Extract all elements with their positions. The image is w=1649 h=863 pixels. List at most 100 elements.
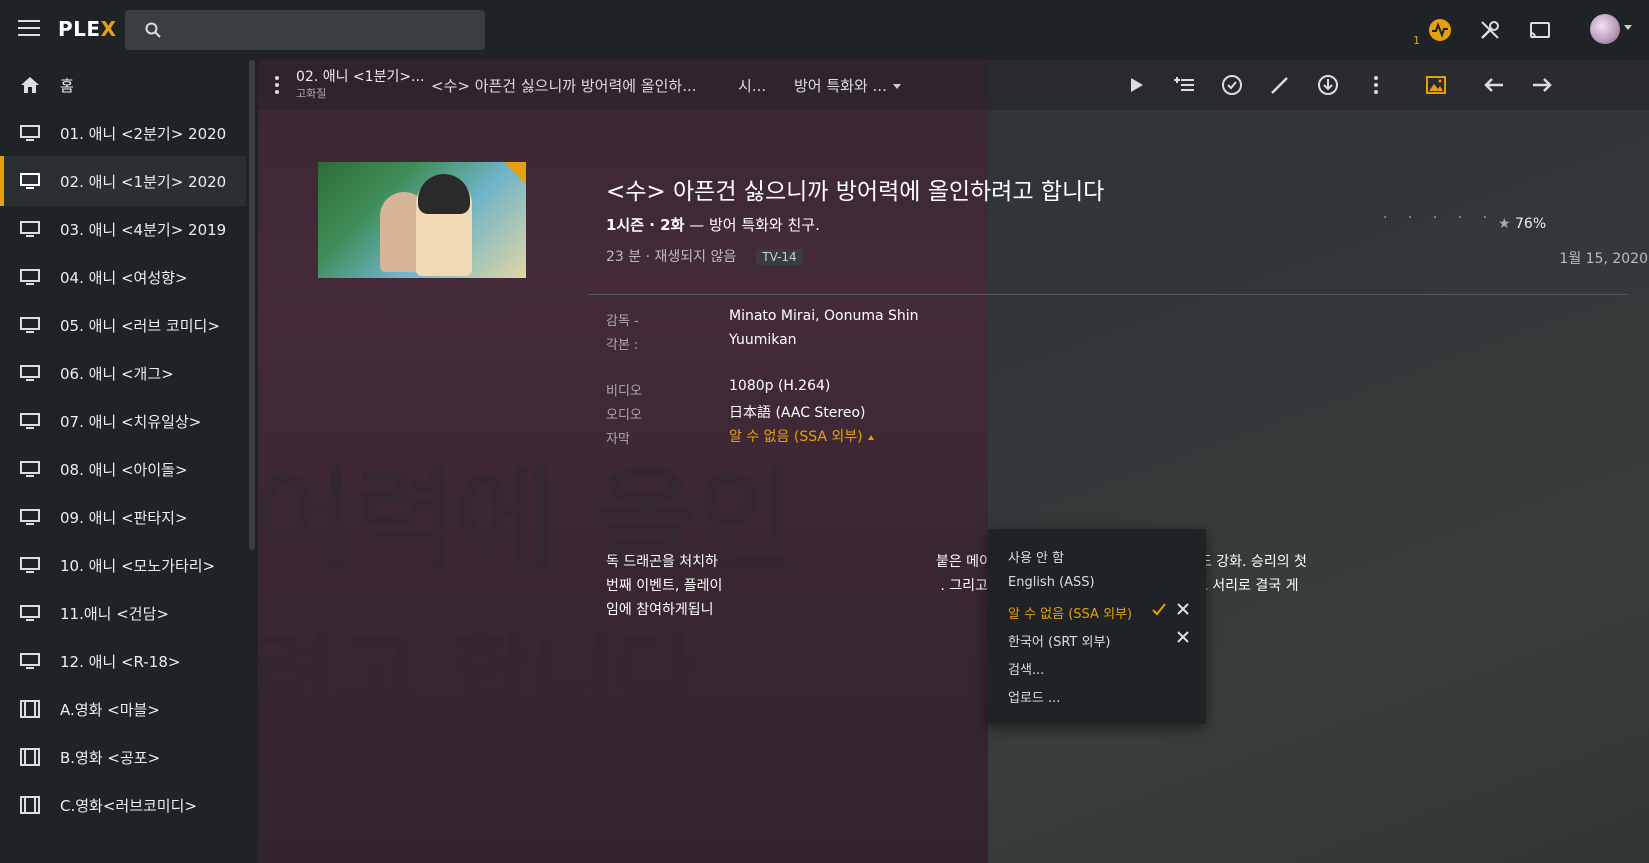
breadcrumb-season[interactable]: 시... <box>738 75 766 96</box>
background-art-icon[interactable] <box>1424 73 1448 97</box>
subtitle-option-search[interactable]: 검색... <box>988 653 1206 681</box>
logo-text: PLE <box>58 17 101 41</box>
video-label: 비디오 <box>606 384 642 399</box>
sidebar-item-label: 홈 <box>60 76 74 95</box>
user-avatar[interactable] <box>1590 14 1620 44</box>
search-input[interactable] <box>125 10 485 50</box>
sidebar-item-library-a[interactable]: A.영화 <마블> <box>0 684 246 734</box>
sidebar-item-library-03[interactable]: 03. 애니 <4분기> 2019 <box>0 204 246 254</box>
sidebar-item-library-09[interactable]: 09. 애니 <판타지> <box>0 492 246 542</box>
subtitle-option-none[interactable]: 사용 안 함 <box>988 541 1206 569</box>
sidebar-item-label: 03. 애니 <4분기> 2019 <box>60 220 227 239</box>
audio-label: 오디오 <box>606 408 642 423</box>
sidebar-item-label: 04. 애니 <여성향> <box>60 268 188 287</box>
download-icon[interactable] <box>1316 73 1340 97</box>
video-value[interactable]: 1080p (H.264) <box>729 378 830 394</box>
sidebar-item-home[interactable]: 홈 <box>0 60 246 110</box>
remove-subtitle-close-icon[interactable] <box>1177 603 1189 615</box>
director-value[interactable]: Minato Mirai, Oonuma Shin <box>729 308 919 324</box>
chevron-down-icon <box>892 84 901 89</box>
sidebar-item-library-05[interactable]: 05. 애니 <러브 코미디> <box>0 300 246 350</box>
subtitle-option-unknown-ssa[interactable]: 알 수 없음 (SSA 외부) <box>988 597 1206 625</box>
remove-subtitle-close-icon[interactable] <box>1177 631 1189 643</box>
tv-icon <box>20 365 40 381</box>
sidebar-item-library-04[interactable]: 04. 애니 <여성향> <box>0 252 246 302</box>
summary-line: 번째 이벤트, 플레이. 그리고 단풍 나무를 초대 한 장본인의 리사도 서리… <box>606 574 1366 598</box>
sidebar-item-label: A.영화 <마블> <box>60 700 160 719</box>
option-label: 알 수 없음 (SSA 외부) <box>1008 607 1133 622</box>
play-icon[interactable] <box>1124 73 1148 97</box>
option-label: English (ASS) <box>1008 575 1095 590</box>
chevron-down-icon[interactable] <box>1624 25 1632 30</box>
subtitle-select[interactable]: 알 수 없음 (SSA 외부) <box>729 426 874 446</box>
more-vertical-icon[interactable] <box>1364 73 1388 97</box>
episode-detail-panel: 어력에 올인 려고 합니다 02. 애니 <1분기>... 고화질 <수> 아픈… <box>258 60 1649 863</box>
sidebar-item-label: B.영화 <공포> <box>60 748 161 767</box>
subtitle-select-value: 알 수 없음 (SSA 외부) <box>729 429 863 445</box>
edit-icon[interactable] <box>1268 73 1292 97</box>
sidebar-item-label: 09. 애니 <판타지> <box>60 508 188 527</box>
subtitle-option-english-ass[interactable]: English (ASS) <box>988 569 1206 597</box>
subtitle-option-upload[interactable]: 업로드 ... <box>988 681 1206 709</box>
option-label: 한국어 (SRT 외부) <box>1008 635 1111 650</box>
subtitle-dropdown-menu: 사용 안 함 English (ASS) 알 수 없음 (SSA 외부) 한국어… <box>988 529 1206 724</box>
episode-summary: 독 드래곤을 처치하붙은 메이플. 방어력이 더욱 높아져 있던 스킬도 강화.… <box>606 550 1366 622</box>
breadcrumb-library[interactable]: 02. 애니 <1분기>... <box>296 66 424 86</box>
divider <box>588 294 1628 295</box>
tv-icon <box>20 557 40 573</box>
settings-tools-icon[interactable] <box>1478 18 1502 42</box>
activity-count: 1 <box>1413 34 1420 47</box>
activity-icon[interactable] <box>1428 18 1452 42</box>
sidebar-item-library-01[interactable]: 01. 애니 <2분기> 2020 <box>0 108 246 158</box>
sidebar-item-label: 01. 애니 <2분기> 2020 <box>60 124 227 143</box>
star-icon: ★ <box>1498 216 1511 232</box>
breadcrumb-show[interactable]: <수> 아픈건 싫으니까 방어력에 올인하... <box>431 75 697 96</box>
top-bar: PLEX 1 <box>0 0 1649 60</box>
content-rating-badge: TV-14 <box>756 249 803 265</box>
arrow-right-icon[interactable] <box>1530 73 1554 97</box>
tv-icon <box>20 173 40 189</box>
audio-value[interactable]: 日本語 (AAC Stereo) <box>729 402 866 422</box>
unwatched-corner-badge <box>504 162 526 184</box>
tv-icon <box>20 413 40 429</box>
sidebar-item-library-02[interactable]: 02. 애니 <1분기> 2020 <box>0 156 246 206</box>
sidebar-item-library-b[interactable]: B.영화 <공포> <box>0 732 246 782</box>
sidebar-scrollbar[interactable] <box>249 60 255 550</box>
sidebar-item-library-10[interactable]: 10. 애니 <모노가타리> <box>0 540 246 590</box>
sidebar-item-library-06[interactable]: 06. 애니 <개그> <box>0 348 246 398</box>
duration: 23 분 <box>606 249 642 265</box>
thumbnail-figure <box>418 174 470 214</box>
add-to-queue-icon[interactable] <box>1172 73 1196 97</box>
sidebar-item-label: 10. 애니 <모노가타리> <box>60 556 216 575</box>
breadcrumb-library-subtitle: 고화질 <box>296 87 327 100</box>
director-label: 감독 - <box>606 314 639 329</box>
sidebar-item-library-08[interactable]: 08. 애니 <아이돌> <box>0 444 246 494</box>
episode-thumbnail[interactable] <box>318 162 526 278</box>
plex-logo[interactable]: PLEX <box>58 17 117 41</box>
arrow-left-icon[interactable] <box>1482 73 1506 97</box>
mark-watched-icon[interactable] <box>1220 73 1244 97</box>
sidebar-item-library-12[interactable]: 12. 애니 <R-18> <box>0 636 246 686</box>
film-icon <box>20 748 40 766</box>
sidebar-item-library-c[interactable]: C.영화<러브코미디> <box>0 780 246 830</box>
season-episode: 1시즌 · 2화 <box>606 216 685 234</box>
more-vertical-icon[interactable] <box>274 75 280 95</box>
sidebar-item-library-07[interactable]: 07. 애니 <치유일상> <box>0 396 246 446</box>
summary-text: 임에 참여하게됩니 <box>606 602 714 618</box>
episode-meta: 23 분 · 재생되지 않음 TV-14 <box>606 246 803 266</box>
critic-score: ★ 76% <box>1498 216 1546 232</box>
sidebar-item-library-11[interactable]: 11.애니 <건담> <box>0 588 246 638</box>
writer-value[interactable]: Yuumikan <box>729 332 797 348</box>
film-icon <box>20 700 40 718</box>
sidebar-item-label: 07. 애니 <치유일상> <box>60 412 202 431</box>
logo-x: X <box>100 17 117 41</box>
summary-text: 번째 이벤트, 플레이 <box>606 578 723 594</box>
sidebar-item-label: 08. 애니 <아이돌> <box>60 460 188 479</box>
menu-icon[interactable] <box>18 20 40 38</box>
page-title: <수> 아픈건 싫으니까 방어력에 올인하려고 합니다 <box>606 179 1105 205</box>
cast-icon[interactable] <box>1528 18 1552 42</box>
search-icon <box>145 22 161 38</box>
user-rating-stars[interactable]: · · · · · <box>1383 210 1495 226</box>
subtitle-option-korean-srt[interactable]: 한국어 (SRT 외부) <box>988 625 1206 653</box>
breadcrumb-episode[interactable]: 방어 특화와 ... <box>794 75 901 96</box>
